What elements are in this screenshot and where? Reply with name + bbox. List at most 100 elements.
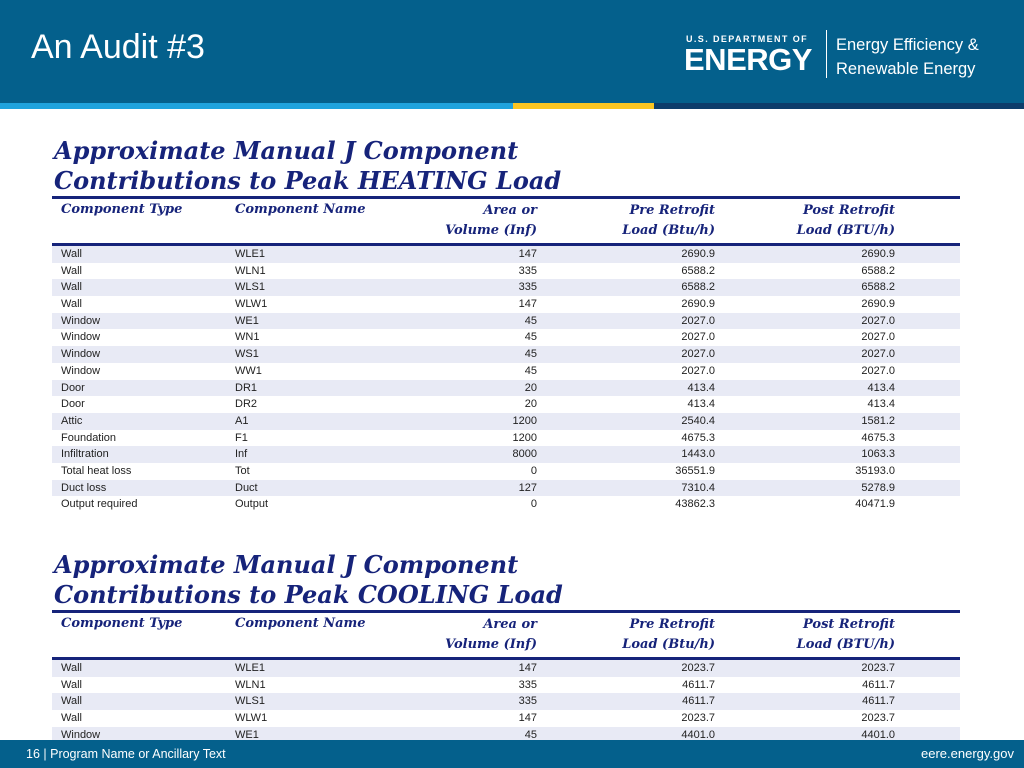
- cooling-title-line1: Approximate Manual J Component: [54, 550, 519, 579]
- logo-divider: [826, 30, 827, 78]
- cell-name: A1: [235, 414, 249, 427]
- cell-pre-load: 413.4: [687, 381, 715, 394]
- table-row: Wall WLE1 147 2690.9 2690.9: [52, 246, 960, 263]
- col-header-post-line1: Post Retrofit: [802, 617, 895, 632]
- col-header-type: Component Type: [61, 616, 183, 631]
- cell-type: Foundation: [61, 431, 117, 444]
- cell-pre-load: 4611.7: [682, 695, 715, 708]
- heating-title-line2: Contributions to Peak HEATING Load: [54, 166, 562, 195]
- cell-post-load: 40471.9: [855, 498, 895, 511]
- cell-area: 45: [524, 314, 537, 327]
- heating-title-line1: Approximate Manual J Component: [54, 136, 519, 165]
- col-header-area-line1: Area or: [483, 617, 537, 632]
- cell-post-load: 1581.2: [861, 414, 895, 427]
- logo-office-line1: Energy Efficiency &: [836, 36, 979, 54]
- cell-post-load: 413.4: [867, 381, 895, 394]
- table-row: Wall WLE1 147 2023.7 2023.7: [52, 660, 960, 677]
- cell-area: 335: [518, 695, 537, 708]
- table-row: Wall WLN1 335 6588.2 6588.2: [52, 262, 960, 280]
- table-row: Wall WLN1 335 4611.7 4611.7: [52, 676, 960, 694]
- cell-pre-load: 36551.9: [675, 464, 715, 477]
- table-row: Wall WLW1 147 2023.7 2023.7: [52, 710, 960, 727]
- cooling-load-table: Approximate Manual J Component Contribut…: [52, 550, 960, 744]
- table-row: Window WN1 45 2027.0 2027.0: [52, 329, 960, 347]
- cooling-table-body: Wall WLE1 147 2023.7 2023.7 Wall WLN1 335 4611.7…: [52, 660, 960, 744]
- cell-name: WLS1: [235, 281, 265, 294]
- cell-area: 0: [530, 498, 537, 511]
- cell-pre-load: 2690.9: [681, 298, 715, 311]
- table-row: Wall WLS1 335 4611.7 4611.7: [52, 693, 960, 711]
- cell-area: 335: [518, 281, 537, 294]
- table-row: Window WW1 45 2027.0 2027.0: [52, 362, 960, 380]
- table-header-row: Component Type Component Name Area or Vol…: [52, 199, 960, 243]
- col-header-post-line2: Load (BTU/h): [796, 223, 895, 238]
- cell-name: WE1: [235, 314, 259, 327]
- cell-post-load: 2027.0: [861, 348, 895, 361]
- cell-type: Window: [61, 314, 101, 327]
- cell-area: 45: [524, 364, 537, 377]
- cell-post-load: 2690.9: [861, 298, 895, 311]
- cell-name: WLE1: [235, 248, 265, 260]
- cell-pre-load: 4611.7: [682, 678, 715, 691]
- table-row: Window WE1 45 2027.0 2027.0: [52, 312, 960, 330]
- cell-post-load: 2023.7: [861, 712, 895, 725]
- cell-type: Wall: [61, 662, 82, 674]
- table-row: Total heat loss Tot 0 36551.9 35193.0: [52, 462, 960, 480]
- heating-load-table: Approximate Manual J Component Contribut…: [52, 136, 960, 513]
- table-row: Wall WLS1 335 6588.2 6588.2: [52, 279, 960, 297]
- cell-pre-load: 2540.4: [681, 414, 715, 427]
- cell-pre-load: 2023.7: [681, 662, 715, 674]
- cell-area: 8000: [512, 448, 537, 461]
- cell-area: 20: [524, 398, 537, 411]
- page-number: 16: [26, 747, 40, 761]
- cell-name: WLE1: [235, 662, 265, 674]
- cell-post-load: 4675.3: [861, 431, 895, 444]
- logo-energy-text: ENERGY: [684, 42, 812, 77]
- col-header-type: Component Type: [61, 202, 183, 217]
- cell-type: Door: [61, 381, 85, 394]
- cell-post-load: 6588.2: [861, 281, 895, 294]
- cell-type: Wall: [61, 712, 82, 725]
- col-header-post-line2: Load (BTU/h): [796, 637, 895, 652]
- cell-area: 147: [518, 662, 537, 674]
- table-row: Door DR2 20 413.4 413.4: [52, 396, 960, 413]
- footer-program-text: Program Name or Ancillary Text: [50, 747, 226, 761]
- footer-left: 16 | Program Name or Ancillary Text: [26, 747, 226, 761]
- cell-name: Output: [235, 498, 269, 511]
- cell-name: WLW1: [235, 712, 268, 725]
- cell-name: WLN1: [235, 264, 266, 277]
- accent-stripe-yellow: [513, 103, 654, 109]
- cell-area: 147: [518, 712, 537, 725]
- cell-area: 0: [530, 464, 537, 477]
- cell-pre-load: 2690.9: [681, 248, 715, 260]
- col-header-post: Post Retrofit Load (BTU/h): [715, 199, 895, 243]
- cell-type: Duct loss: [61, 481, 107, 494]
- cell-area: 335: [518, 264, 537, 277]
- cell-pre-load: 1443.0: [681, 448, 715, 461]
- cell-post-load: 5278.9: [861, 481, 895, 494]
- table-row: Window WS1 45 2027.0 2027.0: [52, 346, 960, 363]
- cell-pre-load: 2027.0: [681, 314, 715, 327]
- cell-name: WLS1: [235, 695, 265, 708]
- col-header-area-line2: Volume (Inf): [445, 223, 537, 238]
- table-row: Wall WLW1 147 2690.9 2690.9: [52, 296, 960, 313]
- footer-separator: |: [39, 747, 51, 761]
- cell-post-load: 2690.9: [861, 248, 895, 260]
- table-row: Infiltration Inf 8000 1443.0 1063.3: [52, 446, 960, 463]
- cell-post-load: 4611.7: [862, 678, 895, 691]
- col-header-area: Area or Volume (Inf): [387, 613, 537, 657]
- accent-stripe-blue: [0, 103, 513, 109]
- cell-pre-load: 2023.7: [681, 712, 715, 725]
- cell-post-load: 413.4: [867, 398, 895, 411]
- cell-name: F1: [235, 431, 248, 444]
- cell-post-load: 1063.3: [861, 448, 895, 461]
- col-header-area-line2: Volume (Inf): [445, 637, 537, 652]
- cell-name: WS1: [235, 348, 259, 361]
- cell-pre-load: 413.4: [687, 398, 715, 411]
- cell-pre-load: 2027.0: [681, 331, 715, 344]
- col-header-name: Component Name: [235, 202, 366, 217]
- cell-name: WLW1: [235, 298, 268, 311]
- slide-footer: 16 | Program Name or Ancillary Text eere…: [0, 740, 1024, 768]
- cell-name: Tot: [235, 464, 250, 477]
- cell-type: Wall: [61, 248, 82, 260]
